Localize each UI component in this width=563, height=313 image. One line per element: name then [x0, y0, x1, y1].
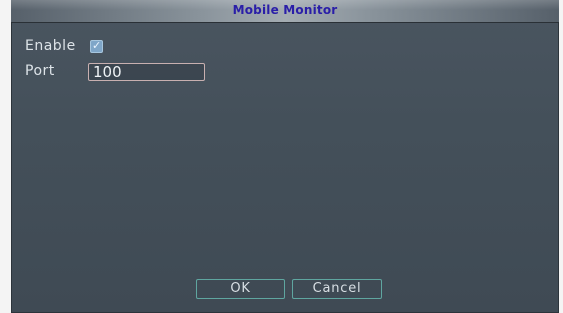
dialog-title: Mobile Monitor — [232, 3, 338, 17]
port-input[interactable]: 100 — [88, 63, 205, 81]
checkmark-icon: ✓ — [92, 39, 102, 52]
mobile-monitor-dialog: Mobile Monitor Enable ✓ Port 100 OK Canc… — [11, 0, 559, 313]
ok-button[interactable]: OK — [196, 279, 285, 299]
port-label: Port — [25, 63, 55, 79]
enable-checkbox[interactable]: ✓ — [90, 39, 103, 53]
enable-label: Enable — [25, 38, 76, 54]
cancel-button[interactable]: Cancel — [292, 279, 382, 299]
title-bar: Mobile Monitor — [11, 0, 559, 23]
